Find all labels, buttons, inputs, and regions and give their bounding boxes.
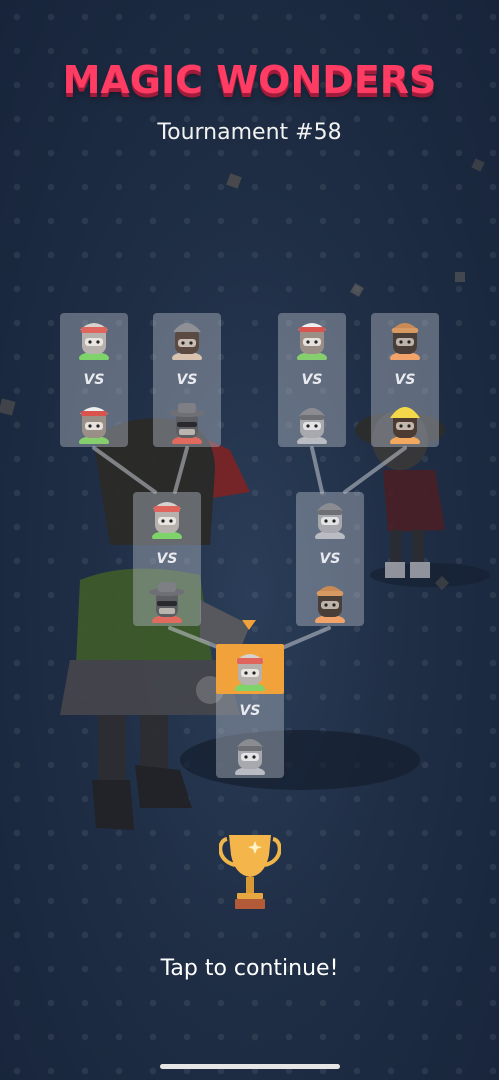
round1-match-4: VS — [371, 313, 439, 447]
bracket-player-avatar — [153, 397, 221, 447]
round1-match-3: VS — [278, 313, 346, 447]
vs-label: VS — [176, 372, 198, 388]
round2-match-1: VS — [133, 492, 201, 626]
green-cap-avatar-icon — [75, 400, 113, 444]
final-match: VS — [216, 644, 284, 778]
bracket-player-avatar — [296, 576, 364, 626]
bracket-player-avatar — [60, 313, 128, 363]
vs-label: VS — [301, 372, 323, 388]
bracket-player-avatar — [371, 313, 439, 363]
home-indicator[interactable] — [160, 1064, 340, 1069]
round1-match-2: VS — [153, 313, 221, 447]
fedora-sunglasses-avatar-icon — [168, 400, 206, 444]
green-cap-avatar-icon — [148, 495, 186, 539]
bracket-player-avatar — [278, 397, 346, 447]
vs-label: VS — [83, 372, 105, 388]
bracket-connectors — [92, 446, 407, 650]
yellow-helmet-avatar-icon — [386, 400, 424, 444]
bracket-player-avatar — [216, 728, 284, 778]
current-player-marker-icon — [242, 620, 256, 630]
bracket-player-avatar — [133, 492, 201, 542]
bracket-player-avatar — [371, 397, 439, 447]
orange-beanie-avatar-icon — [311, 579, 349, 623]
bracket-player-avatar — [278, 313, 346, 363]
bracket-player-avatar-highlighted — [216, 644, 284, 694]
round1-match-1: VS — [60, 313, 128, 447]
fedora-sunglasses-avatar-icon — [148, 579, 186, 623]
green-cap-avatar-icon — [75, 316, 113, 360]
bracket-player-avatar — [60, 397, 128, 447]
white-cap-avatar-icon — [293, 316, 331, 360]
vs-label: VS — [156, 551, 178, 567]
grey-visor-avatar-icon — [311, 495, 349, 539]
grey-visor-avatar-icon — [231, 731, 269, 775]
green-cap-avatar-icon — [231, 647, 269, 691]
tap-to-continue-prompt[interactable]: Tap to continue! — [0, 956, 499, 981]
orange-beanie-avatar-icon — [386, 316, 424, 360]
vs-label: VS — [319, 551, 341, 567]
trophy-icon — [219, 835, 281, 909]
bracket-player-avatar — [296, 492, 364, 542]
vs-label: VS — [239, 703, 261, 719]
grey-visor-avatar-icon — [293, 400, 331, 444]
vs-label: VS — [394, 372, 416, 388]
grey-cap-avatar-icon — [168, 316, 206, 360]
bracket-player-avatar — [153, 313, 221, 363]
bracket-player-avatar — [133, 576, 201, 626]
round2-match-2: VS — [296, 492, 364, 626]
